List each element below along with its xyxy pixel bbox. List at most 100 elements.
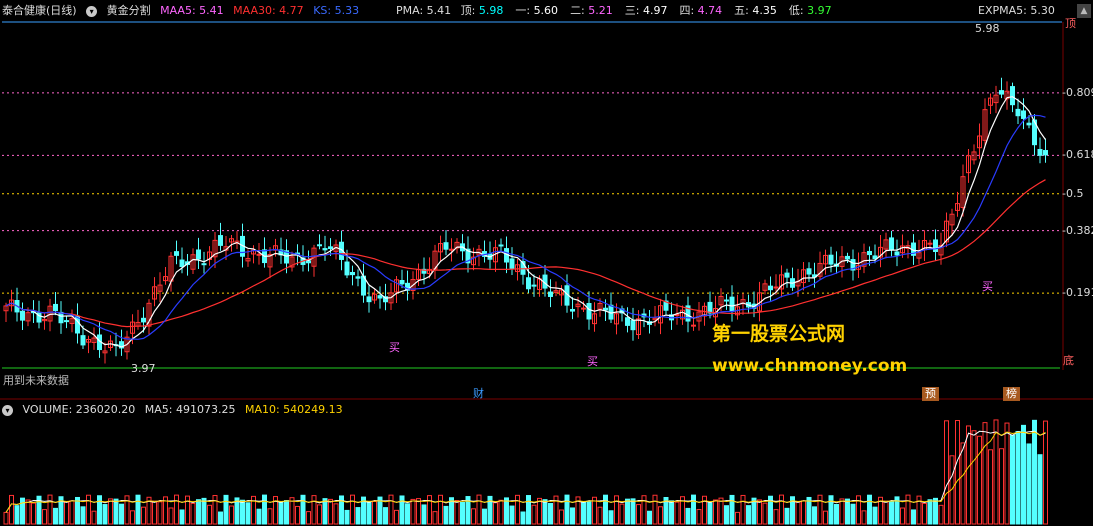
volume-bar (515, 494, 520, 525)
maa30-value: MAA30: 4.77 (233, 4, 304, 17)
volume-bar (262, 494, 267, 525)
volume-bar (454, 500, 460, 525)
ranking-tag[interactable]: 榜 (1003, 387, 1020, 401)
volume-bar (20, 497, 25, 525)
volume-bar (625, 498, 630, 525)
pma-value: PMA: 5.41 (396, 4, 452, 17)
volume-bar (25, 499, 31, 525)
candle-body (179, 259, 185, 268)
volume-bar (42, 509, 47, 525)
forecast-tag[interactable]: 预 (922, 387, 939, 401)
candle-body (768, 285, 773, 291)
volume-bar (570, 507, 575, 525)
volume-bar (713, 499, 718, 525)
volume-bar (520, 511, 526, 525)
volume-bar (9, 494, 14, 525)
volume-bar (548, 502, 553, 525)
volume-bar (344, 509, 350, 525)
volume-bar (157, 501, 163, 525)
level-value: 五: 4.35 (734, 4, 777, 17)
moving-averages (5, 96, 1046, 348)
finance-tag[interactable]: 财 (470, 387, 487, 401)
candle-body (625, 317, 630, 326)
volume-bar (1043, 420, 1048, 525)
volume-bar (922, 502, 927, 525)
volume-bar (839, 498, 845, 525)
buy-signal: 买 (982, 280, 993, 293)
volume-bar (614, 495, 619, 525)
volume-bar (405, 503, 410, 525)
volume-bar (300, 494, 306, 525)
low-price-label: 3.97 (131, 362, 156, 375)
volume-bar (14, 505, 20, 525)
volume-bar (916, 495, 922, 525)
candle-body (317, 244, 322, 247)
volume-bar (493, 502, 498, 525)
volume-bars (3, 419, 1048, 525)
volume-bar (729, 494, 735, 525)
volume-bar (652, 494, 658, 525)
candle-body (399, 280, 405, 285)
candle-body (64, 320, 69, 323)
volume-ma5: MA5: 491073.25 (144, 403, 236, 416)
volume-bar (108, 498, 113, 525)
candle-body (218, 235, 223, 246)
volume-bar (366, 500, 372, 525)
volume-bar (1004, 422, 1010, 525)
candle-body (20, 310, 25, 321)
candle-body (53, 303, 58, 311)
volume-bar (647, 510, 652, 525)
ma-line-5 (5, 96, 1046, 348)
chart-header: 泰合健康(日线) ▾ 黄金分割 MAA5: 5.41 MAA30: 4.77 K… (2, 3, 365, 19)
volume-bar (399, 495, 405, 525)
volume-bar (80, 506, 86, 525)
stock-name[interactable]: 泰合健康(日线) (2, 4, 77, 17)
candle-body (867, 250, 872, 256)
volume-bar (982, 422, 988, 525)
volume-bar (240, 499, 245, 525)
volume-settings-icon[interactable]: ▾ (2, 404, 13, 416)
level-values: 顶: 5.98 一: 5.60 二: 5.21 三: 4.97 四: 4.74 五: 4.… (461, 4, 844, 17)
candle-body (526, 277, 531, 290)
volume-header: ▾ VOLUME: 236020.20 MA5: 491073.25 MA10:… (2, 402, 349, 418)
candle-body (845, 255, 850, 260)
volume-bar (168, 507, 174, 525)
volume-bar (498, 499, 504, 525)
volume-bar (900, 507, 905, 525)
volume-bar (674, 501, 680, 525)
high-price-label: 5.98 (975, 22, 1000, 35)
volume-bar (333, 503, 339, 525)
volume-bar (933, 497, 938, 525)
volume-bar (64, 501, 69, 525)
volume-bar (531, 504, 537, 525)
candle-body (773, 286, 779, 289)
volume-bar (1010, 434, 1015, 525)
volume-bar (812, 506, 817, 525)
volume-bar (201, 497, 207, 525)
volume-bar (696, 509, 702, 525)
volume-bar (944, 420, 949, 525)
volume-bar (135, 494, 141, 525)
buy-signal: 买 (389, 341, 400, 354)
candle-body (344, 261, 350, 276)
ma-line-30 (5, 179, 1046, 328)
volume-bar (718, 497, 724, 525)
scroll-up-button[interactable]: ▲ (1077, 4, 1091, 18)
volume-bar (636, 504, 641, 525)
candle-body (872, 255, 878, 260)
indicator-name[interactable]: 黄金分割 (107, 4, 151, 17)
candle-body (889, 237, 894, 251)
volume-bar (938, 504, 944, 525)
candle-body (548, 291, 553, 297)
volume-bar (31, 502, 36, 525)
settings-circle-icon[interactable]: ▾ (86, 5, 98, 17)
volume-bar (988, 449, 993, 525)
top-marker: 顶 (1065, 17, 1076, 30)
volume-bar (1015, 431, 1021, 525)
volume-bar (883, 500, 889, 525)
volume-bar (564, 494, 570, 525)
ma-line-12 (5, 114, 1046, 340)
volume-bar (619, 503, 625, 525)
candle-body (581, 307, 586, 310)
volume-bar (119, 503, 124, 525)
